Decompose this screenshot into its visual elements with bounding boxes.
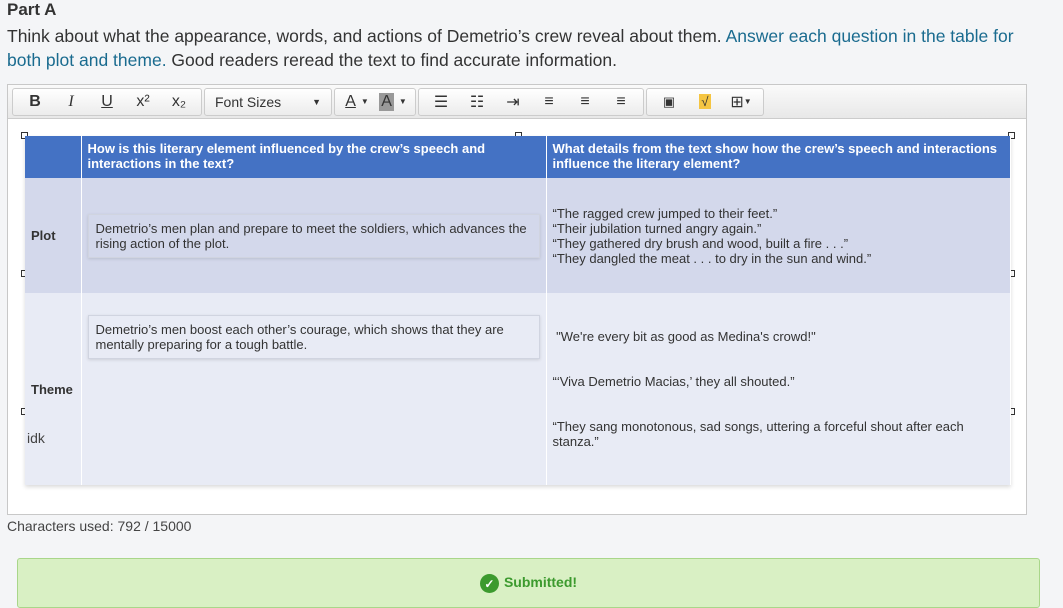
color-group: A ▼ A ▼: [334, 87, 416, 116]
editor-toolbar: B I U x² x₂ Font Sizes ▼ A ▼ A ▼ ☰ ☷ ⇥ ≡ ≡ …: [8, 85, 1026, 119]
superscript-button[interactable]: x²: [125, 89, 161, 115]
underline-button[interactable]: U: [89, 89, 125, 115]
rich-text-editor[interactable]: B I U x² x₂ Font Sizes ▼ A ▼ A ▼ ☰ ☷ ⇥ ≡ ≡ …: [7, 84, 1027, 515]
detail-line: “Their jubilation turned angry again.”: [552, 220, 762, 236]
background-color-icon: A: [379, 92, 394, 111]
response-table[interactable]: How is this literary element influenced …: [25, 136, 1011, 485]
detail-line: “They sang monotonous, sad songs, utteri…: [552, 419, 968, 449]
part-heading: Part A: [7, 0, 57, 19]
character-count: Characters used: 792 / 15000: [7, 518, 192, 534]
detail-line: "We're every bit as good as Medina's cro…: [552, 329, 816, 344]
header-cell: [25, 136, 82, 178]
detail-line: “The ragged crew jumped to their feet.”: [552, 205, 778, 221]
font-size-group: Font Sizes ▼: [204, 87, 332, 116]
font-sizes-dropdown[interactable]: Font Sizes ▼: [209, 89, 327, 115]
align-right-icon[interactable]: ≡: [603, 89, 639, 115]
instructions-text: Think about what the appearance, words, …: [7, 26, 726, 46]
font-sizes-label: Font Sizes: [215, 93, 282, 110]
numbered-list-icon[interactable]: ☷: [459, 89, 495, 115]
bold-button[interactable]: B: [17, 89, 53, 115]
align-center-icon[interactable]: ≡: [567, 89, 603, 115]
row-label: Plot: [25, 178, 82, 293]
font-color-icon: A: [345, 92, 356, 110]
table-header-row: How is this literary element influenced …: [25, 136, 1011, 178]
header-cell: How is this literary element influenced …: [81, 136, 547, 178]
italic-button[interactable]: I: [53, 89, 89, 115]
caret-down-icon: ▼: [312, 96, 321, 107]
check-circle-icon: ✓: [479, 574, 499, 593]
answer-cell[interactable]: Demetrio’s men plan and prepare to meet …: [81, 178, 547, 293]
subscript-button[interactable]: x₂: [161, 89, 197, 115]
instructions-text-2: Good readers reread the text to find acc…: [166, 50, 617, 70]
details-cell[interactable]: “The ragged crew jumped to their feet.” …: [546, 178, 1011, 293]
caret-down-icon: ▼: [398, 97, 407, 106]
caret-down-icon: ▼: [360, 97, 369, 106]
format-group: B I U x² x₂: [12, 87, 202, 116]
answer-text[interactable]: Demetrio’s men boost each other’s courag…: [87, 315, 540, 359]
row-label: Theme: [25, 293, 82, 485]
instructions: Think about what the appearance, words, …: [7, 24, 1047, 72]
submitted-banner: ✓ Submitted!: [17, 558, 1040, 608]
answer-cell[interactable]: Demetrio’s men boost each other’s courag…: [81, 293, 547, 485]
insert-group: ▣ √ ⊞ ▼: [646, 87, 764, 116]
header-cell: What details from the text show how the …: [546, 136, 1011, 178]
table-icon[interactable]: ⊞ ▼: [723, 89, 759, 115]
detail-line: “‘Viva Demetrio Macias,’ they all shoute…: [552, 374, 795, 389]
answer-text[interactable]: Demetrio’s men plan and prepare to meet …: [87, 213, 540, 258]
font-color-button[interactable]: A ▼: [339, 89, 375, 115]
background-color-button[interactable]: A ▼: [375, 89, 411, 115]
detail-line: “They gathered dry brush and wood, built…: [552, 235, 849, 251]
math-equation-icon[interactable]: √: [687, 89, 723, 115]
indent-icon[interactable]: ⇥: [495, 89, 531, 115]
table-row: Theme Demetrio’s men boost each other’s …: [25, 293, 1011, 485]
details-cell[interactable]: "We're every bit as good as Medina's cro…: [546, 293, 1011, 485]
editor-text: idk: [27, 430, 45, 446]
bullet-list-icon[interactable]: ☰: [423, 89, 459, 115]
paragraph-group: ☰ ☷ ⇥ ≡ ≡ ≡: [418, 87, 644, 116]
detail-line: “They dangled the meat . . . to dry in t…: [552, 250, 872, 266]
image-icon[interactable]: ▣: [651, 89, 687, 115]
submitted-label: Submitted!: [503, 574, 578, 590]
table-row: Plot Demetrio’s men plan and prepare to …: [25, 178, 1011, 293]
align-left-icon[interactable]: ≡: [531, 89, 567, 115]
